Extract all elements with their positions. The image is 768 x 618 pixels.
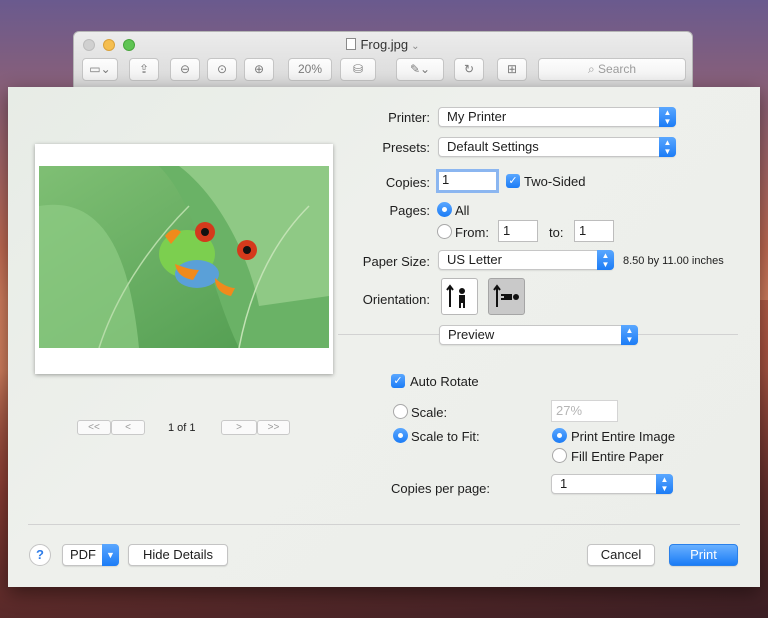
frog-image [39,166,329,348]
pages-from-radio[interactable] [437,224,452,239]
presets-popup[interactable]: Default Settings ▲ ▼ [438,137,676,157]
chevron-down-icon[interactable]: ⌄ [411,41,419,52]
markup-button[interactable]: ✎⌄ [396,58,444,81]
last-page-button[interactable]: >> [257,420,290,435]
pages-from-field[interactable]: 1 [498,220,538,242]
zoom-level[interactable]: 20% [288,58,332,81]
popup-arrows-icon: ▲ ▼ [659,107,676,127]
pages-to-label: to: [549,225,564,240]
copies-per-page-label: Copies per page: [391,481,491,496]
help-button[interactable]: ? [29,544,51,566]
printer-popup[interactable]: My Printer ▲ ▼ [438,107,676,127]
cancel-button[interactable]: Cancel [587,544,655,566]
copies-field[interactable]: 1 [436,169,499,193]
orientation-label: Orientation: [362,292,430,307]
portrait-orientation-button[interactable] [441,278,478,315]
actual-size-button[interactable]: ⊙ [207,58,237,81]
page-count: 1 of 1 [168,422,196,434]
copies-label: Copies: [385,175,430,190]
page-preview-thumbnail [35,144,333,374]
zoom-out-button[interactable]: ⊖ [170,58,200,81]
portrait-person-icon [446,284,465,308]
document-icon [346,38,357,50]
footer-divider [28,524,740,525]
print-dialog: << < 1 of 1 > >> Printer: My Printer ▲ ▼ … [8,87,760,587]
pages-label: Pages: [389,203,430,218]
window-title: Frog.jpg ⌄ [74,37,692,52]
copies-per-page-value: 1 [560,476,568,491]
fill-entire-paper-label: Fill Entire Paper [571,449,664,464]
copies-per-page-popup[interactable]: 1 ▲ ▼ [551,474,673,494]
paper-dimensions: 8.50 by 11.00 inches [623,255,724,267]
toolbox-button[interactable]: ⊞ [497,58,527,81]
scale-radio[interactable] [393,404,408,419]
print-button[interactable]: Print [669,544,738,566]
pdf-label: PDF [70,547,96,562]
landscape-orientation-button[interactable] [488,278,525,315]
paper-size-popup[interactable]: US Letter ▲ ▼ [438,250,614,270]
print-entire-image-radio[interactable] [552,428,567,443]
print-entire-image-label: Print Entire Image [571,429,676,444]
pages-all-radio[interactable] [437,202,452,217]
preview-window: Frog.jpg ⌄ ▭⌄ ⇪ ⊖ ⊙ ⊕ 20% ⛁ ✎⌄ ↻ ⊞ ⌕ Sear… [73,31,693,91]
pages-to-field[interactable]: 1 [574,220,614,242]
zoom-in-button[interactable]: ⊕ [244,58,274,81]
fill-entire-paper-radio[interactable] [552,448,567,463]
scale-to-fit-label: Scale to Fit: [411,429,480,444]
previous-page-button[interactable]: < [111,420,145,435]
next-page-button[interactable]: > [221,420,257,435]
landscape-person-icon [493,284,519,307]
section-popup-value: Preview [448,327,495,342]
auto-rotate-label: Auto Rotate [410,374,479,389]
scale-label: Scale: [411,405,448,420]
scale-field[interactable]: 27% [551,400,618,422]
presets-value: Default Settings [447,139,539,154]
rotate-button[interactable]: ↻ [454,58,484,81]
popup-arrows-icon: ▲ ▼ [659,137,676,157]
search-field[interactable]: ⌕ Search [538,58,686,81]
share-button[interactable]: ⇪ [129,58,159,81]
two-sided-label: Two-Sided [524,174,586,189]
pages-all-label: All [455,203,470,218]
printer-value: My Printer [447,109,507,124]
hide-details-button[interactable]: Hide Details [128,544,228,566]
popup-arrows-icon: ▲ ▼ [621,325,638,345]
paper-size-label: Paper Size: [362,254,430,269]
printer-label: Printer: [388,110,430,125]
paper-size-value: US Letter [447,252,502,267]
popup-arrows-icon: ▲ ▼ [597,250,614,270]
section-popup[interactable]: Preview ▲ ▼ [439,325,638,345]
pages-from-label: From: [455,225,489,240]
auto-rotate-checkbox[interactable]: ✓ [391,374,405,388]
first-page-button[interactable]: << [77,420,111,435]
chevron-down-icon: ▼ [102,544,119,566]
scale-to-fit-radio[interactable] [393,428,408,443]
sidebar-toggle-button[interactable]: ▭⌄ [82,58,118,81]
adjust-color-button[interactable]: ⛁ [340,58,376,81]
two-sided-checkbox[interactable]: ✓ [506,174,520,188]
pdf-menu-button[interactable]: PDF ▼ [62,544,119,566]
presets-label: Presets: [382,140,430,155]
popup-arrows-icon: ▲ ▼ [656,474,673,494]
